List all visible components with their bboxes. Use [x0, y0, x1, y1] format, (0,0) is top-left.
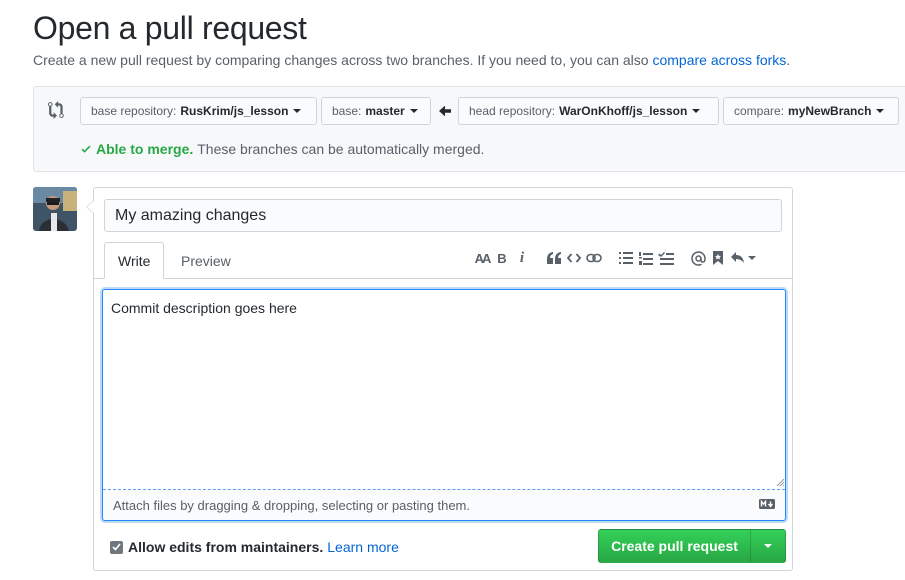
head-repository-value: WarOnKhoff/js_lesson: [559, 104, 688, 118]
tabs-divider: [94, 278, 792, 279]
base-branch-select[interactable]: base: master: [321, 97, 431, 125]
link-icon[interactable]: [584, 249, 604, 267]
base-repository-select[interactable]: base repository: RusKrim/js_lesson: [80, 97, 317, 125]
page-subtitle: Create a new pull request by comparing c…: [33, 52, 790, 68]
resize-grip-icon[interactable]: [776, 478, 785, 487]
git-compare-icon: [48, 101, 64, 119]
create-pull-request-button-group: Create pull request: [598, 529, 786, 563]
check-icon: [81, 145, 91, 153]
head-repository-label: head repository:: [469, 104, 556, 118]
ordered-list-icon[interactable]: [636, 249, 656, 267]
compare-branch-label: compare:: [734, 104, 785, 118]
chevron-down-icon: [876, 109, 885, 113]
base-repository-label: base repository:: [91, 104, 177, 118]
pull-request-form: Write Preview AA B i: [86, 187, 793, 571]
compare-branch-select[interactable]: compare: myNewBranch: [723, 97, 899, 125]
arrow-left-icon: [439, 105, 451, 117]
tab-write[interactable]: Write: [104, 242, 165, 279]
mention-icon[interactable]: [688, 249, 708, 267]
code-icon[interactable]: [564, 249, 584, 267]
chevron-down-icon: [747, 256, 756, 260]
pr-body-textarea[interactable]: Commit description goes here: [103, 290, 785, 488]
tab-preview[interactable]: Preview: [168, 242, 244, 279]
merge-ok-label: Able to merge.: [96, 141, 194, 157]
bold-icon[interactable]: B: [492, 249, 512, 267]
chevron-down-icon: [764, 544, 772, 548]
header-glyph: AA: [474, 250, 492, 266]
drop-hint: Attach files by dragging & dropping, sel…: [113, 498, 470, 513]
allow-edits-label: Allow edits from maintainers.: [128, 539, 324, 555]
avatar-image: [33, 187, 77, 231]
compare-across-forks-link[interactable]: compare across forks: [652, 52, 786, 68]
base-repository-value: RusKrim/js_lesson: [180, 104, 289, 118]
avatar[interactable]: [33, 187, 77, 231]
quote-icon[interactable]: [544, 249, 564, 267]
page-title: Open a pull request: [33, 10, 307, 46]
bold-glyph: B: [497, 250, 507, 266]
learn-more-link[interactable]: Learn more: [327, 539, 399, 555]
checkmark-icon: [112, 543, 121, 551]
italic-glyph: i: [519, 249, 525, 266]
subtitle-suffix: .: [786, 52, 791, 68]
text-size-icon[interactable]: AA: [472, 249, 492, 267]
subtitle-text: Create a new pull request by comparing c…: [33, 52, 649, 68]
base-branch-label: base:: [332, 104, 362, 118]
compare-range-box: base repository: RusKrim/js_lesson base:…: [33, 86, 905, 172]
chevron-down-icon: [692, 109, 701, 113]
italic-icon[interactable]: i: [512, 249, 532, 267]
create-pull-request-button[interactable]: Create pull request: [599, 530, 751, 562]
merge-message: These branches can be automatically merg…: [197, 141, 485, 157]
chevron-down-icon: [409, 109, 418, 113]
merge-status: Able to merge. These branches can be aut…: [80, 141, 484, 157]
markdown-toolbar: AA B i: [472, 248, 758, 268]
reference-icon[interactable]: [708, 249, 728, 267]
head-repository-select[interactable]: head repository: WarOnKhoff/js_lesson: [458, 97, 719, 125]
unordered-list-icon[interactable]: [616, 249, 636, 267]
create-options-dropdown[interactable]: [751, 530, 785, 562]
file-drop-zone[interactable]: Attach files by dragging & dropping, sel…: [103, 489, 785, 520]
allow-edits-checkbox[interactable]: [110, 540, 123, 554]
markdown-icon: [759, 499, 775, 509]
chevron-down-icon: [293, 109, 302, 113]
base-branch-value: master: [365, 104, 405, 118]
task-list-icon[interactable]: [656, 249, 676, 267]
allow-edits-option[interactable]: Allow edits from maintainers. Learn more: [110, 539, 399, 555]
compare-branch-value: myNewBranch: [788, 104, 872, 118]
reply-icon[interactable]: [728, 249, 758, 267]
comment-editor: Commit description goes here Attach file…: [102, 289, 786, 521]
pr-title-input[interactable]: [104, 199, 782, 232]
